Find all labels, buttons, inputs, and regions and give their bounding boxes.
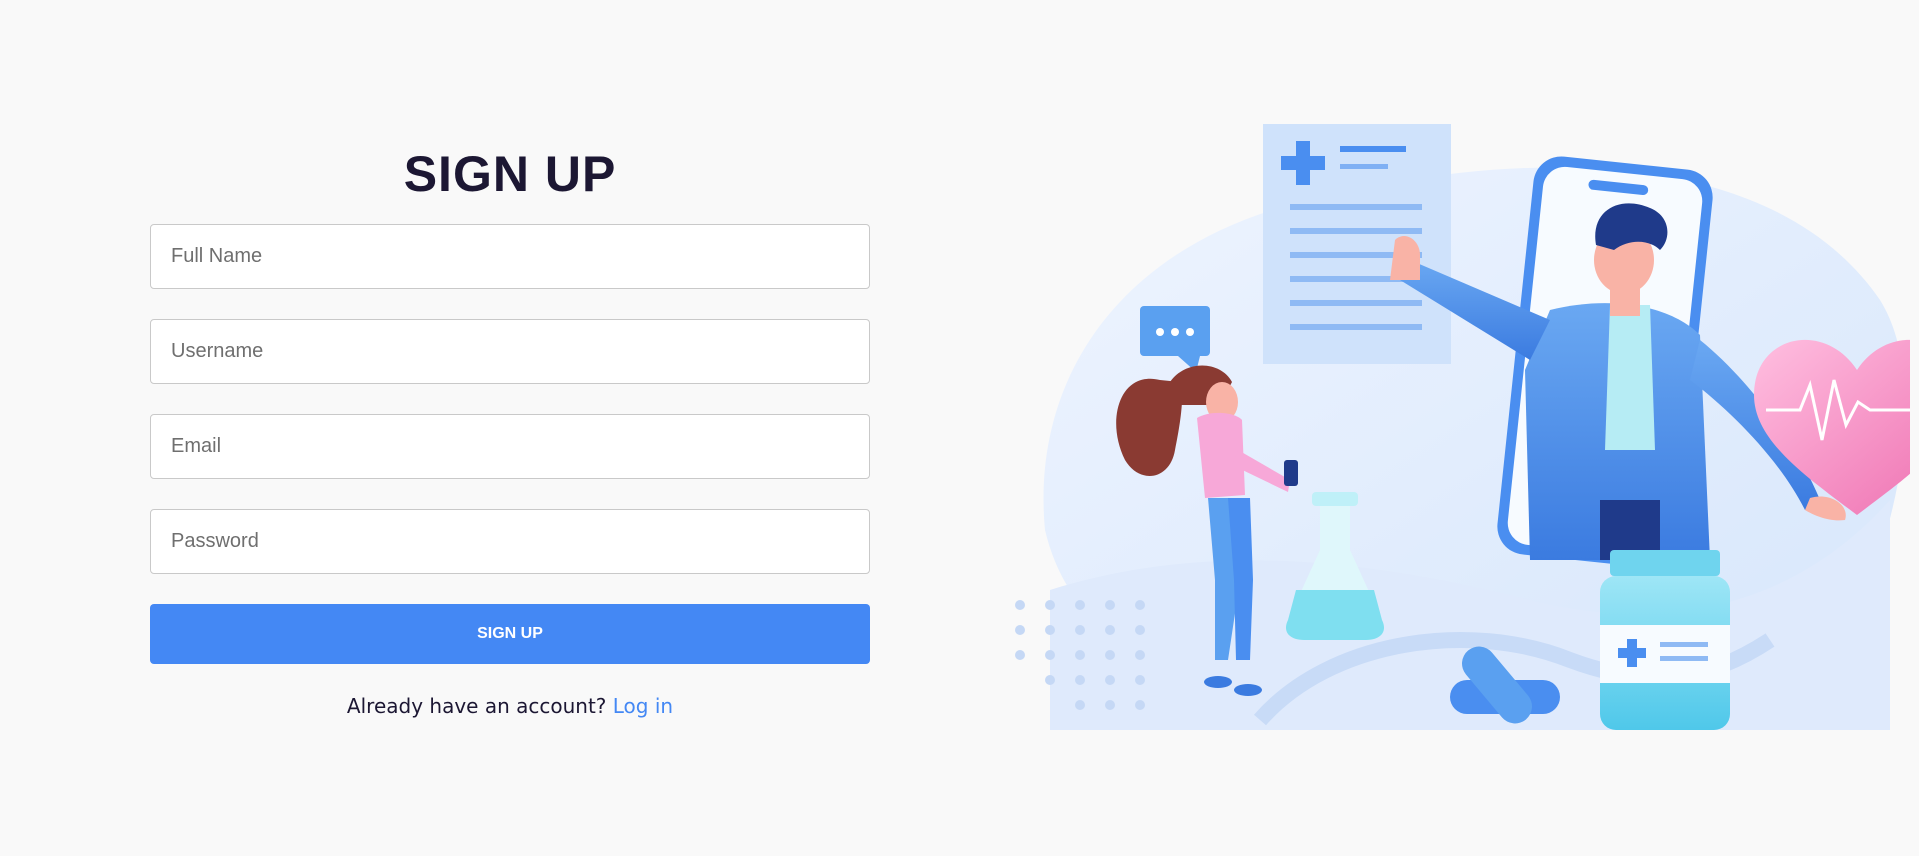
signup-form: SIGN UP SIGN UP Already have an account?… [150,140,870,718]
medical-document-icon [1263,124,1451,364]
username-input[interactable] [150,319,870,384]
login-prompt-text: Already have an account? [346,694,607,718]
full-name-input[interactable] [150,224,870,289]
illustration-svg [1015,124,1919,730]
login-prompt: Already have an account? Log in [150,694,870,718]
telemedicine-illustration [1010,120,1919,730]
password-input[interactable] [150,509,870,574]
email-input[interactable] [150,414,870,479]
medicine-bottle-icon [1600,550,1730,730]
signup-button[interactable]: SIGN UP [150,604,870,664]
login-link[interactable]: Log in [613,694,673,718]
page-title: SIGN UP [403,146,617,202]
